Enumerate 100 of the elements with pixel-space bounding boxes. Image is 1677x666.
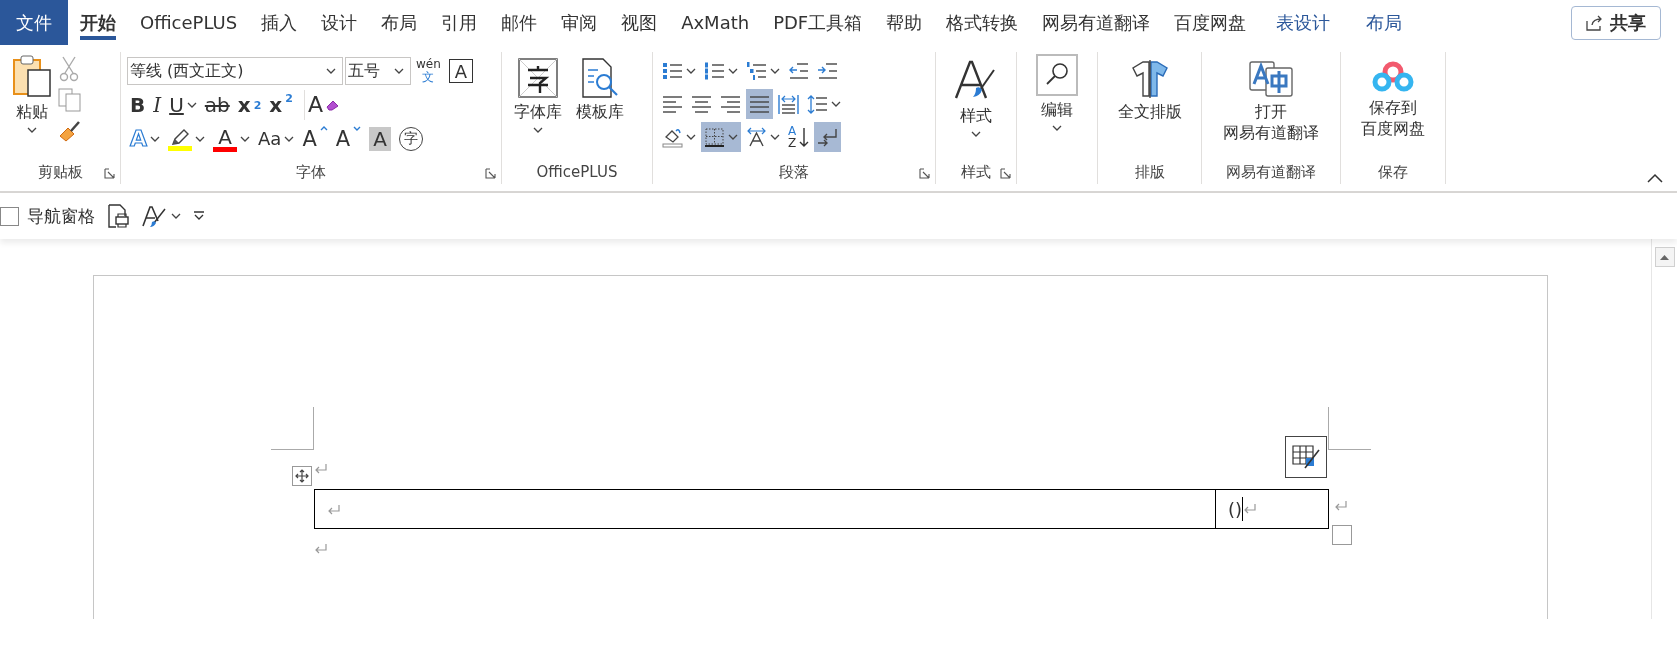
ribbon-tab[interactable]: 插入 [249,0,310,45]
ribbon-tab[interactable]: 布局 [369,0,430,45]
caret-icon [186,102,197,108]
down-arrow-icon [799,127,810,147]
scroll-up-button[interactable] [1654,247,1675,267]
ribbon-tab[interactable]: 开始 [68,0,128,45]
share-button[interactable]: 共享 [1571,6,1661,40]
paragraph-mark-icon [1334,500,1348,512]
dialog-launcher-icon[interactable] [1000,168,1011,179]
strike-button[interactable]: ab [201,90,233,120]
group-label: OfficePLUS [536,163,618,181]
dialog-launcher-icon[interactable] [485,168,496,179]
paste-button[interactable]: 粘贴 [6,52,58,160]
caret-icon [831,101,841,107]
group-label: 样式 [961,162,991,182]
group-label: 保存 [1378,162,1408,182]
center-icon [691,93,712,115]
ribbon-tab[interactable]: OfficePLUS [128,0,250,45]
table-pen-icon [1292,444,1320,470]
ribbon-tab[interactable]: 邮件 [489,0,550,45]
up-arrow-icon [1660,254,1669,260]
paragraph-mark-icon [314,463,328,475]
styles-button[interactable]: 样式 [948,56,1004,139]
customize-toolbar-icon[interactable] [193,211,205,221]
caret-icon [533,126,543,133]
effects-button[interactable]: A [127,124,164,154]
template-library-button[interactable]: 模板库 [570,56,630,125]
caret-icon [284,136,295,142]
collapse-ribbon-icon[interactable] [1647,173,1663,183]
crop-mark [1328,407,1371,450]
paragraph-mark-icon [314,543,328,555]
open-translator-button[interactable]: 打开 网易有道翻译 [1217,58,1325,146]
navigation-pane-checkbox[interactable]: 导航窗格 [0,204,95,228]
ribbon-tab[interactable]: 设计 [309,0,370,45]
font-size-field[interactable]: 五号 [345,57,411,85]
numbering-icon [704,60,725,82]
caret-icon [171,213,181,219]
down-caret-icon [353,126,362,131]
ribbon-tab[interactable]: 引用 [429,0,490,45]
search-icon [1036,54,1078,96]
distributed-icon [778,93,799,115]
caret-icon [27,126,37,133]
group-label: 字体 [296,162,326,182]
shrink-button[interactable]: A [332,124,365,154]
vertical-scrollbar[interactable] [1651,239,1677,619]
move-icon [295,469,309,483]
shading-button[interactable]: A [366,124,394,154]
save-to-cloud-button[interactable]: 保存到 百度网盘 [1355,58,1431,142]
ribbon-tab[interactable]: AxMath [669,0,762,45]
table-layout-button[interactable] [1285,436,1327,478]
bold-button[interactable]: B [127,90,149,120]
show-marks-button[interactable] [814,122,842,152]
ribbon-tab[interactable]: 文件 [0,0,68,45]
ribbon-tab[interactable]: 布局 [1348,0,1421,45]
table-resize-handle[interactable] [1332,525,1352,545]
group-label: 网易有道翻译 [1226,162,1316,182]
ribbon-tab[interactable]: 表设计 [1258,0,1349,45]
caret-icon [686,68,696,74]
phonetic-guide-button[interactable]: wén 文 [413,56,444,86]
paragraph-mark-icon [327,503,341,516]
spelling-brush-icon[interactable] [141,204,167,228]
caret-icon [240,136,251,142]
paragraph-mark-icon [1243,503,1258,515]
borders-button[interactable] [701,122,741,152]
caret-icon [728,134,738,140]
ribbon-tab[interactable]: 格式转换 [934,0,1031,45]
line-spacing-icon [807,93,828,115]
full-text-layout-button[interactable]: 全文排版 [1111,58,1188,125]
ribbon-tab[interactable]: 帮助 [874,0,935,45]
editing-button[interactable]: 编辑 [1030,52,1084,133]
clipboard-icon [12,54,52,98]
italic-button[interactable]: I [150,90,165,120]
font-library-button[interactable]: 字体库 [508,56,568,135]
align-right-icon [720,93,741,115]
caret-icon [770,68,780,74]
cloud-icon [1372,60,1414,94]
sort-button[interactable]: A Z [785,122,813,152]
ribbon-tab[interactable]: 视图 [609,0,670,45]
font-name-field[interactable]: 等线 (西文正文) [127,57,343,85]
group-label: 排版 [1134,162,1165,182]
dialog-launcher-icon[interactable] [919,168,930,179]
dialog-launcher-icon[interactable] [104,168,115,179]
grow-button[interactable]: A [299,124,331,154]
ribbon-tab[interactable]: 审阅 [549,0,610,45]
caret-icon [195,136,206,142]
group-label: 段落 [779,162,809,182]
show-marks-icon [817,126,839,148]
ribbon-tab[interactable]: PDF工具箱 [761,0,875,45]
underline-button[interactable]: U [166,90,200,120]
borders-icon [704,126,725,148]
font-color-button[interactable]: A [210,124,254,154]
case-button[interactable]: Aa [255,124,298,154]
print-preview-icon[interactable] [107,204,129,228]
bullets-icon [662,60,683,82]
table-move-handle[interactable] [292,466,312,486]
clear-formatting-button[interactable]: A [303,90,343,120]
table-cell[interactable]: () [1215,489,1329,529]
ribbon-tab[interactable]: 网易有道翻译 [1030,0,1163,45]
align-left-icon [662,93,683,115]
ribbon-tab[interactable]: 百度网盘 [1162,0,1259,45]
